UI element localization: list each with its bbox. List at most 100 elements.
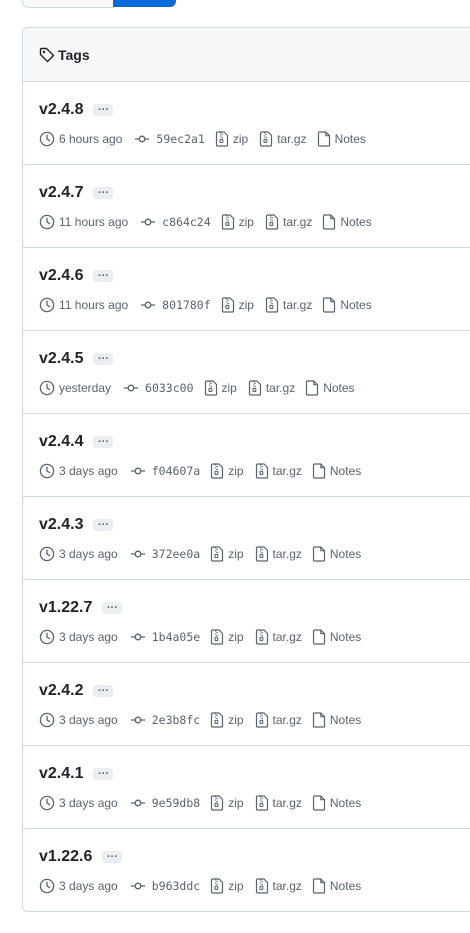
releases-toggle-button[interactable]: [22, 0, 114, 8]
more-options-button[interactable]: ···: [102, 602, 123, 614]
tag-row: v2.4.1 ··· 3 days ago 9e59db8 zip tar.gz…: [23, 746, 470, 829]
notes-link[interactable]: Notes: [312, 878, 361, 894]
tags-box: Tags v2.4.8 ··· 6 hours ago 59ec2a1 zip …: [22, 27, 470, 912]
tag-commit-link[interactable]: f04607a: [130, 463, 200, 479]
more-options-button[interactable]: ···: [93, 353, 114, 365]
zip-label: zip: [221, 381, 237, 395]
notes-label: Notes: [340, 215, 372, 229]
tag-commit-link[interactable]: c864c24: [140, 214, 211, 230]
clock-icon: [39, 131, 55, 147]
git-commit-icon: [130, 463, 146, 479]
more-options-button[interactable]: ···: [93, 685, 114, 697]
more-options-button[interactable]: ···: [93, 436, 114, 448]
tag-name-link[interactable]: v2.4.6: [39, 267, 83, 285]
zip-download-link[interactable]: zip: [210, 878, 244, 894]
clock-icon: [39, 546, 55, 562]
tag-name-link[interactable]: v1.22.7: [39, 599, 92, 617]
tag-name-link[interactable]: v2.4.4: [39, 433, 83, 451]
zip-label: zip: [238, 298, 254, 312]
notes-link[interactable]: Notes: [317, 131, 366, 147]
tag-name-link[interactable]: v2.4.5: [39, 350, 83, 368]
tag-commit-link[interactable]: b963ddc: [130, 878, 200, 894]
targz-download-link[interactable]: tar.gz: [255, 712, 302, 728]
tag-name-link[interactable]: v2.4.3: [39, 516, 83, 534]
targz-download-link[interactable]: tar.gz: [255, 629, 302, 645]
tag-time: 6 hours ago: [39, 131, 122, 147]
zip-label: zip: [228, 713, 244, 727]
targz-download-link[interactable]: tar.gz: [255, 463, 302, 479]
zip-download-link[interactable]: zip: [210, 463, 244, 479]
notes-link[interactable]: Notes: [312, 795, 361, 811]
file-icon: [322, 297, 336, 313]
view-toggle: [0, 0, 470, 8]
tag-commit-link[interactable]: 1b4a05e: [130, 629, 200, 645]
tag-time: 3 days ago: [39, 546, 118, 562]
tag-commit-link[interactable]: 9e59db8: [130, 795, 200, 811]
file-icon: [305, 380, 319, 396]
notes-link[interactable]: Notes: [322, 297, 372, 313]
tag-time-text: 3 days ago: [59, 464, 118, 478]
zip-download-link[interactable]: zip: [210, 712, 244, 728]
tag-commit-link[interactable]: 372ee0a: [130, 546, 200, 562]
tag-commit-link[interactable]: 59ec2a1: [134, 131, 205, 147]
notes-link[interactable]: Notes: [322, 214, 372, 230]
tag-time: 3 days ago: [39, 795, 118, 811]
notes-link[interactable]: Notes: [312, 629, 361, 645]
tag-row: v2.4.2 ··· 3 days ago 2e3b8fc zip tar.gz…: [23, 663, 470, 746]
git-commit-icon: [140, 214, 156, 230]
zip-download-link[interactable]: zip: [221, 214, 254, 230]
targz-download-link[interactable]: tar.gz: [265, 297, 312, 313]
tag-name-link[interactable]: v2.4.1: [39, 765, 83, 783]
tag-name-link[interactable]: v1.22.6: [39, 848, 92, 866]
notes-link[interactable]: Notes: [305, 380, 355, 396]
commit-sha: c864c24: [162, 215, 211, 229]
zip-download-link[interactable]: zip: [215, 131, 248, 147]
notes-link[interactable]: Notes: [312, 546, 361, 562]
git-commit-icon: [130, 795, 146, 811]
clock-icon: [39, 214, 55, 230]
more-options-button[interactable]: ···: [93, 519, 114, 531]
notes-link[interactable]: Notes: [312, 463, 361, 479]
zip-label: zip: [228, 547, 244, 561]
notes-link[interactable]: Notes: [312, 712, 361, 728]
notes-label: Notes: [329, 796, 362, 810]
more-options-button[interactable]: ···: [93, 270, 114, 282]
file-zip-icon: [210, 712, 224, 728]
zip-download-link[interactable]: zip: [204, 380, 237, 396]
tag-time-text: 3 days ago: [59, 796, 118, 810]
targz-download-link[interactable]: tar.gz: [259, 131, 307, 147]
targz-download-link[interactable]: tar.gz: [248, 380, 295, 396]
commit-sha: 801780f: [162, 298, 211, 312]
notes-label: Notes: [329, 630, 362, 644]
tag-name-link[interactable]: v2.4.8: [39, 101, 83, 119]
tag-name-link[interactable]: v2.4.7: [39, 184, 83, 202]
zip-label: zip: [228, 879, 244, 893]
more-options-button[interactable]: ···: [93, 187, 114, 199]
zip-download-link[interactable]: zip: [210, 795, 244, 811]
commit-sha: 9e59db8: [151, 796, 201, 810]
more-options-button[interactable]: ···: [93, 104, 114, 116]
file-zip-icon: [255, 878, 269, 894]
targz-label: tar.gz: [272, 630, 302, 644]
zip-download-link[interactable]: zip: [221, 297, 254, 313]
tags-toggle-button[interactable]: [113, 0, 176, 7]
tag-name-link[interactable]: v2.4.2: [39, 682, 83, 700]
targz-download-link[interactable]: tar.gz: [255, 546, 302, 562]
zip-label: zip: [228, 630, 244, 644]
more-options-button[interactable]: ···: [93, 768, 114, 780]
tag-commit-link[interactable]: 801780f: [140, 297, 211, 313]
git-commit-icon: [123, 380, 139, 396]
notes-label: Notes: [329, 464, 362, 478]
more-options-button[interactable]: ···: [102, 851, 123, 863]
tag-commit-link[interactable]: 6033c00: [123, 380, 194, 396]
tag-commit-link[interactable]: 2e3b8fc: [130, 712, 200, 728]
targz-download-link[interactable]: tar.gz: [265, 214, 312, 230]
tag-time-text: 3 days ago: [59, 713, 118, 727]
commit-sha: 6033c00: [145, 381, 194, 395]
targz-download-link[interactable]: tar.gz: [255, 878, 302, 894]
tag-row: v2.4.6 ··· 11 hours ago 801780f zip tar.…: [23, 248, 470, 331]
zip-download-link[interactable]: zip: [210, 629, 244, 645]
tags-title: Tags: [58, 46, 90, 63]
zip-download-link[interactable]: zip: [210, 546, 244, 562]
targz-download-link[interactable]: tar.gz: [255, 795, 302, 811]
